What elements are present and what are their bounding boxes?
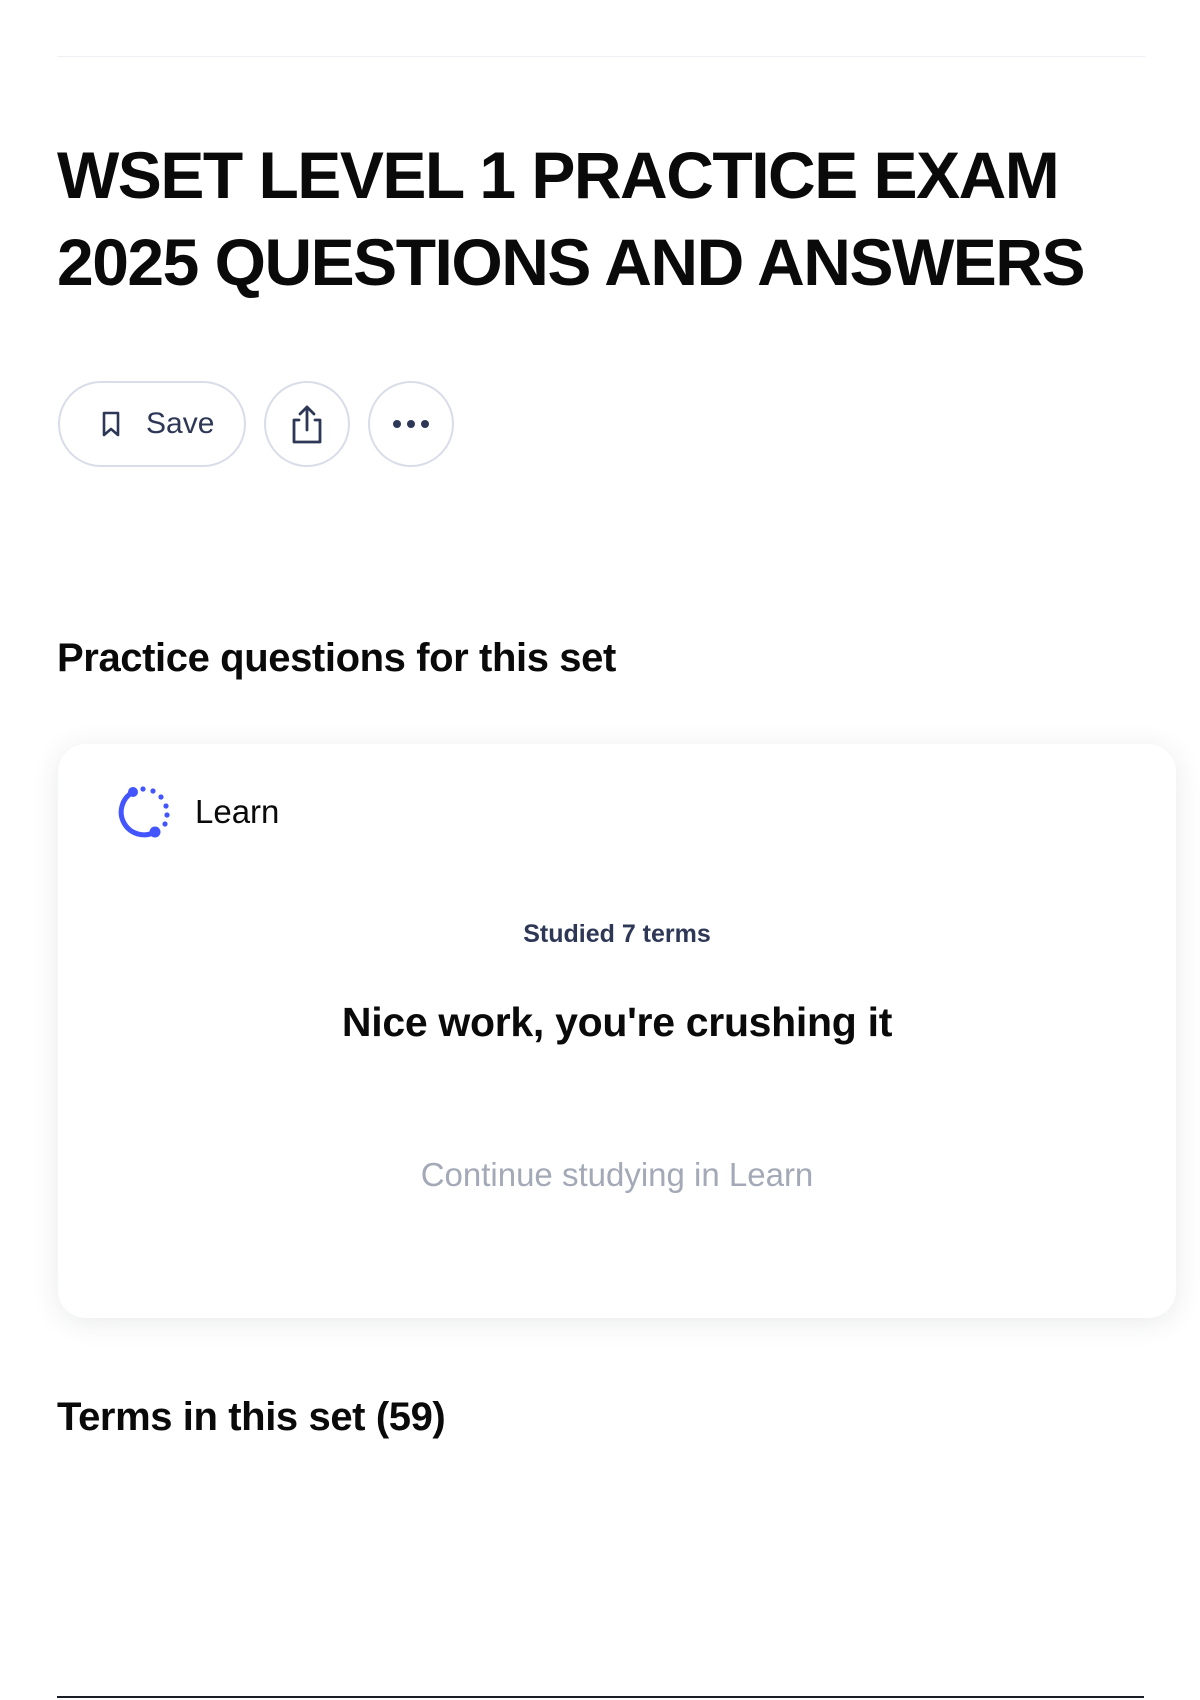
learn-progress-icon bbox=[115, 782, 175, 842]
more-horizontal-icon bbox=[391, 419, 431, 429]
learn-card-header: Learn bbox=[115, 782, 279, 842]
top-divider bbox=[57, 56, 1145, 57]
bottom-divider bbox=[57, 1696, 1144, 1698]
save-button-label: Save bbox=[146, 407, 215, 440]
encouragement-message: Nice work, you're crushing it bbox=[341, 999, 893, 1045]
continue-learn-link[interactable]: Continue studying in Learn bbox=[58, 1156, 1176, 1194]
bookmark-icon bbox=[98, 409, 124, 439]
set-actions-toolbar: Save bbox=[58, 381, 472, 467]
studied-count-text: Studied 7 terms bbox=[523, 920, 711, 948]
practice-questions-heading: Practice questions for this set bbox=[57, 636, 616, 680]
share-button[interactable] bbox=[264, 381, 350, 467]
page-title: WSET LEVEL 1 PRACTICE EXAM 2025 QUESTION… bbox=[57, 132, 1167, 306]
learn-mode-label: Learn bbox=[195, 793, 280, 830]
page-title-line-2: 2025 QUESTIONS AND ANSWERS bbox=[57, 225, 1086, 299]
share-icon bbox=[287, 402, 327, 446]
terms-heading: Terms in this set (59) bbox=[57, 1395, 446, 1439]
save-button[interactable]: Save bbox=[58, 381, 246, 467]
more-options-button[interactable] bbox=[368, 381, 454, 467]
page-title-line-1: WSET LEVEL 1 PRACTICE EXAM bbox=[57, 138, 1060, 212]
learn-card[interactable]: Learn Studied 7 terms Nice work, you're … bbox=[58, 744, 1176, 1318]
